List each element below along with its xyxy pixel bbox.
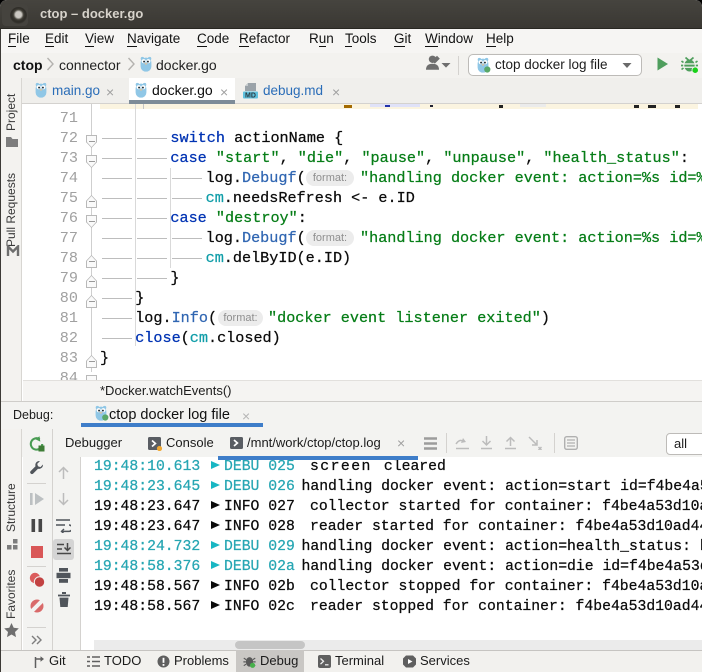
svg-text:MD: MD [245,92,256,99]
